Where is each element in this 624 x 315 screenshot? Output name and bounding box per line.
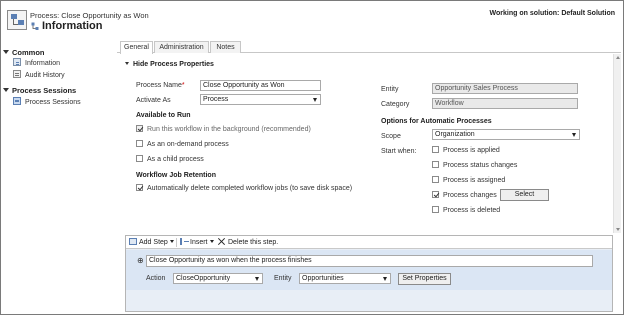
tab-strip: General Administration Notes bbox=[117, 40, 621, 54]
step-row[interactable]: ⊕ Close Opportunity as won when the proc… bbox=[126, 250, 612, 290]
scope-select[interactable]: Organization bbox=[432, 129, 580, 140]
nav-item-information[interactable]: Information bbox=[13, 58, 60, 68]
solution-indicator: Working on solution: Default Solution bbox=[489, 10, 615, 17]
step-entity-label: Entity bbox=[274, 275, 292, 282]
checkbox-unchecked[interactable] bbox=[136, 155, 143, 162]
checkbox-unchecked[interactable] bbox=[432, 161, 439, 168]
trigger-process-deleted[interactable]: Process is deleted bbox=[432, 206, 500, 216]
scope-label: Scope bbox=[381, 133, 401, 140]
start-when-label: Start when: bbox=[381, 148, 417, 155]
available-to-run-heading: Available to Run bbox=[136, 112, 191, 119]
insert-icon bbox=[180, 238, 189, 245]
entity-label: Entity bbox=[381, 86, 399, 93]
trigger-process-changes[interactable]: Process changes bbox=[432, 191, 497, 201]
scroll-up-icon[interactable] bbox=[616, 56, 620, 59]
chevron-down-icon bbox=[313, 98, 317, 102]
collapse-triangle-icon bbox=[3, 88, 9, 92]
general-form: Hide Process Properties Process Name* Cl… bbox=[117, 54, 613, 233]
left-navigation: Common Information Audit History Process… bbox=[1, 40, 115, 314]
process-name-input[interactable]: Close Opportunity as Won bbox=[200, 80, 321, 91]
collapse-triangle-icon bbox=[125, 62, 129, 65]
checkbox-checked[interactable] bbox=[432, 191, 439, 198]
expand-step-icon[interactable]: ⊕ bbox=[137, 256, 144, 265]
nav-section-common[interactable]: Common bbox=[3, 48, 45, 57]
automatic-processes-heading: Options for Automatic Processes bbox=[381, 118, 492, 125]
form-selector-icon[interactable] bbox=[31, 22, 39, 31]
select-attributes-button[interactable]: Select bbox=[500, 189, 549, 201]
collapse-triangle-icon bbox=[3, 50, 9, 54]
retention-heading: Workflow Job Retention bbox=[136, 172, 216, 179]
add-step-icon bbox=[129, 238, 137, 245]
run-background-checkbox: Run this workflow in the background (rec… bbox=[136, 125, 311, 135]
step-entity-select[interactable]: Opportunities bbox=[299, 273, 391, 284]
step-toolbar: Add Step Insert Delete this step. bbox=[126, 236, 612, 249]
nav-item-audit-history[interactable]: Audit History bbox=[13, 70, 65, 80]
toolbar-divider bbox=[176, 238, 177, 247]
add-step-button[interactable]: Add Step bbox=[129, 238, 174, 247]
page-title: Information bbox=[42, 20, 103, 32]
chevron-down-icon bbox=[169, 240, 174, 243]
child-process-checkbox[interactable]: As a child process bbox=[136, 155, 204, 165]
tab-notes[interactable]: Notes bbox=[210, 41, 241, 53]
tab-general[interactable]: General bbox=[120, 41, 153, 54]
delete-step-button[interactable]: Delete this step. bbox=[218, 238, 278, 247]
chevron-down-icon bbox=[572, 133, 576, 137]
activate-as-select[interactable]: Process bbox=[200, 94, 321, 105]
set-properties-button[interactable]: Set Properties bbox=[398, 273, 451, 285]
info-icon bbox=[13, 58, 21, 66]
close-icon bbox=[218, 238, 226, 245]
auto-delete-checkbox[interactable]: Automatically delete completed workflow … bbox=[136, 184, 352, 194]
step-editor: Add Step Insert Delete this step. ⊕ Clos… bbox=[125, 235, 613, 312]
tab-administration[interactable]: Administration bbox=[154, 41, 209, 53]
trigger-process-assigned[interactable]: Process is assigned bbox=[432, 176, 505, 186]
action-select[interactable]: CloseOpportunity bbox=[173, 273, 263, 284]
checkbox-unchecked[interactable] bbox=[432, 176, 439, 183]
required-mark: * bbox=[181, 82, 185, 89]
activate-as-label: Activate As bbox=[136, 97, 171, 104]
checkbox-unchecked[interactable] bbox=[432, 206, 439, 213]
checkbox-unchecked[interactable] bbox=[136, 140, 143, 147]
chevron-down-icon bbox=[209, 240, 214, 243]
checkbox-checked bbox=[136, 125, 143, 132]
process-sessions-icon bbox=[13, 97, 21, 105]
on-demand-checkbox[interactable]: As an on-demand process bbox=[136, 140, 229, 150]
scroll-down-icon[interactable] bbox=[616, 228, 620, 231]
checkbox-unchecked[interactable] bbox=[432, 146, 439, 153]
insert-button[interactable]: Insert bbox=[180, 238, 214, 247]
checkbox-checked[interactable] bbox=[136, 184, 143, 191]
category-label: Category bbox=[381, 101, 410, 108]
chevron-down-icon bbox=[383, 277, 387, 281]
process-name-label: Process Name* bbox=[136, 82, 185, 89]
trigger-status-changes[interactable]: Process status changes bbox=[432, 161, 517, 171]
vertical-scrollbar[interactable] bbox=[613, 54, 621, 233]
audit-history-icon bbox=[13, 70, 21, 78]
content-panel: General Administration Notes Hide Proces… bbox=[117, 40, 621, 314]
process-icon bbox=[7, 10, 27, 30]
chevron-down-icon bbox=[255, 277, 259, 281]
entity-field: Opportunity Sales Process bbox=[432, 83, 578, 94]
page-header: Process: Close Opportunity as Won Inform… bbox=[1, 1, 623, 39]
record-subtitle: Process: Close Opportunity as Won bbox=[30, 11, 149, 20]
hide-properties-toggle[interactable]: Hide Process Properties bbox=[125, 61, 214, 68]
action-label: Action bbox=[146, 275, 166, 282]
nav-section-process-sessions[interactable]: Process Sessions bbox=[3, 86, 76, 95]
trigger-process-applied[interactable]: Process is applied bbox=[432, 146, 500, 156]
category-field: Workflow bbox=[432, 98, 578, 109]
step-description-input[interactable]: Close Opportunity as won when the proces… bbox=[146, 255, 593, 267]
nav-item-process-sessions[interactable]: Process Sessions bbox=[13, 97, 81, 107]
